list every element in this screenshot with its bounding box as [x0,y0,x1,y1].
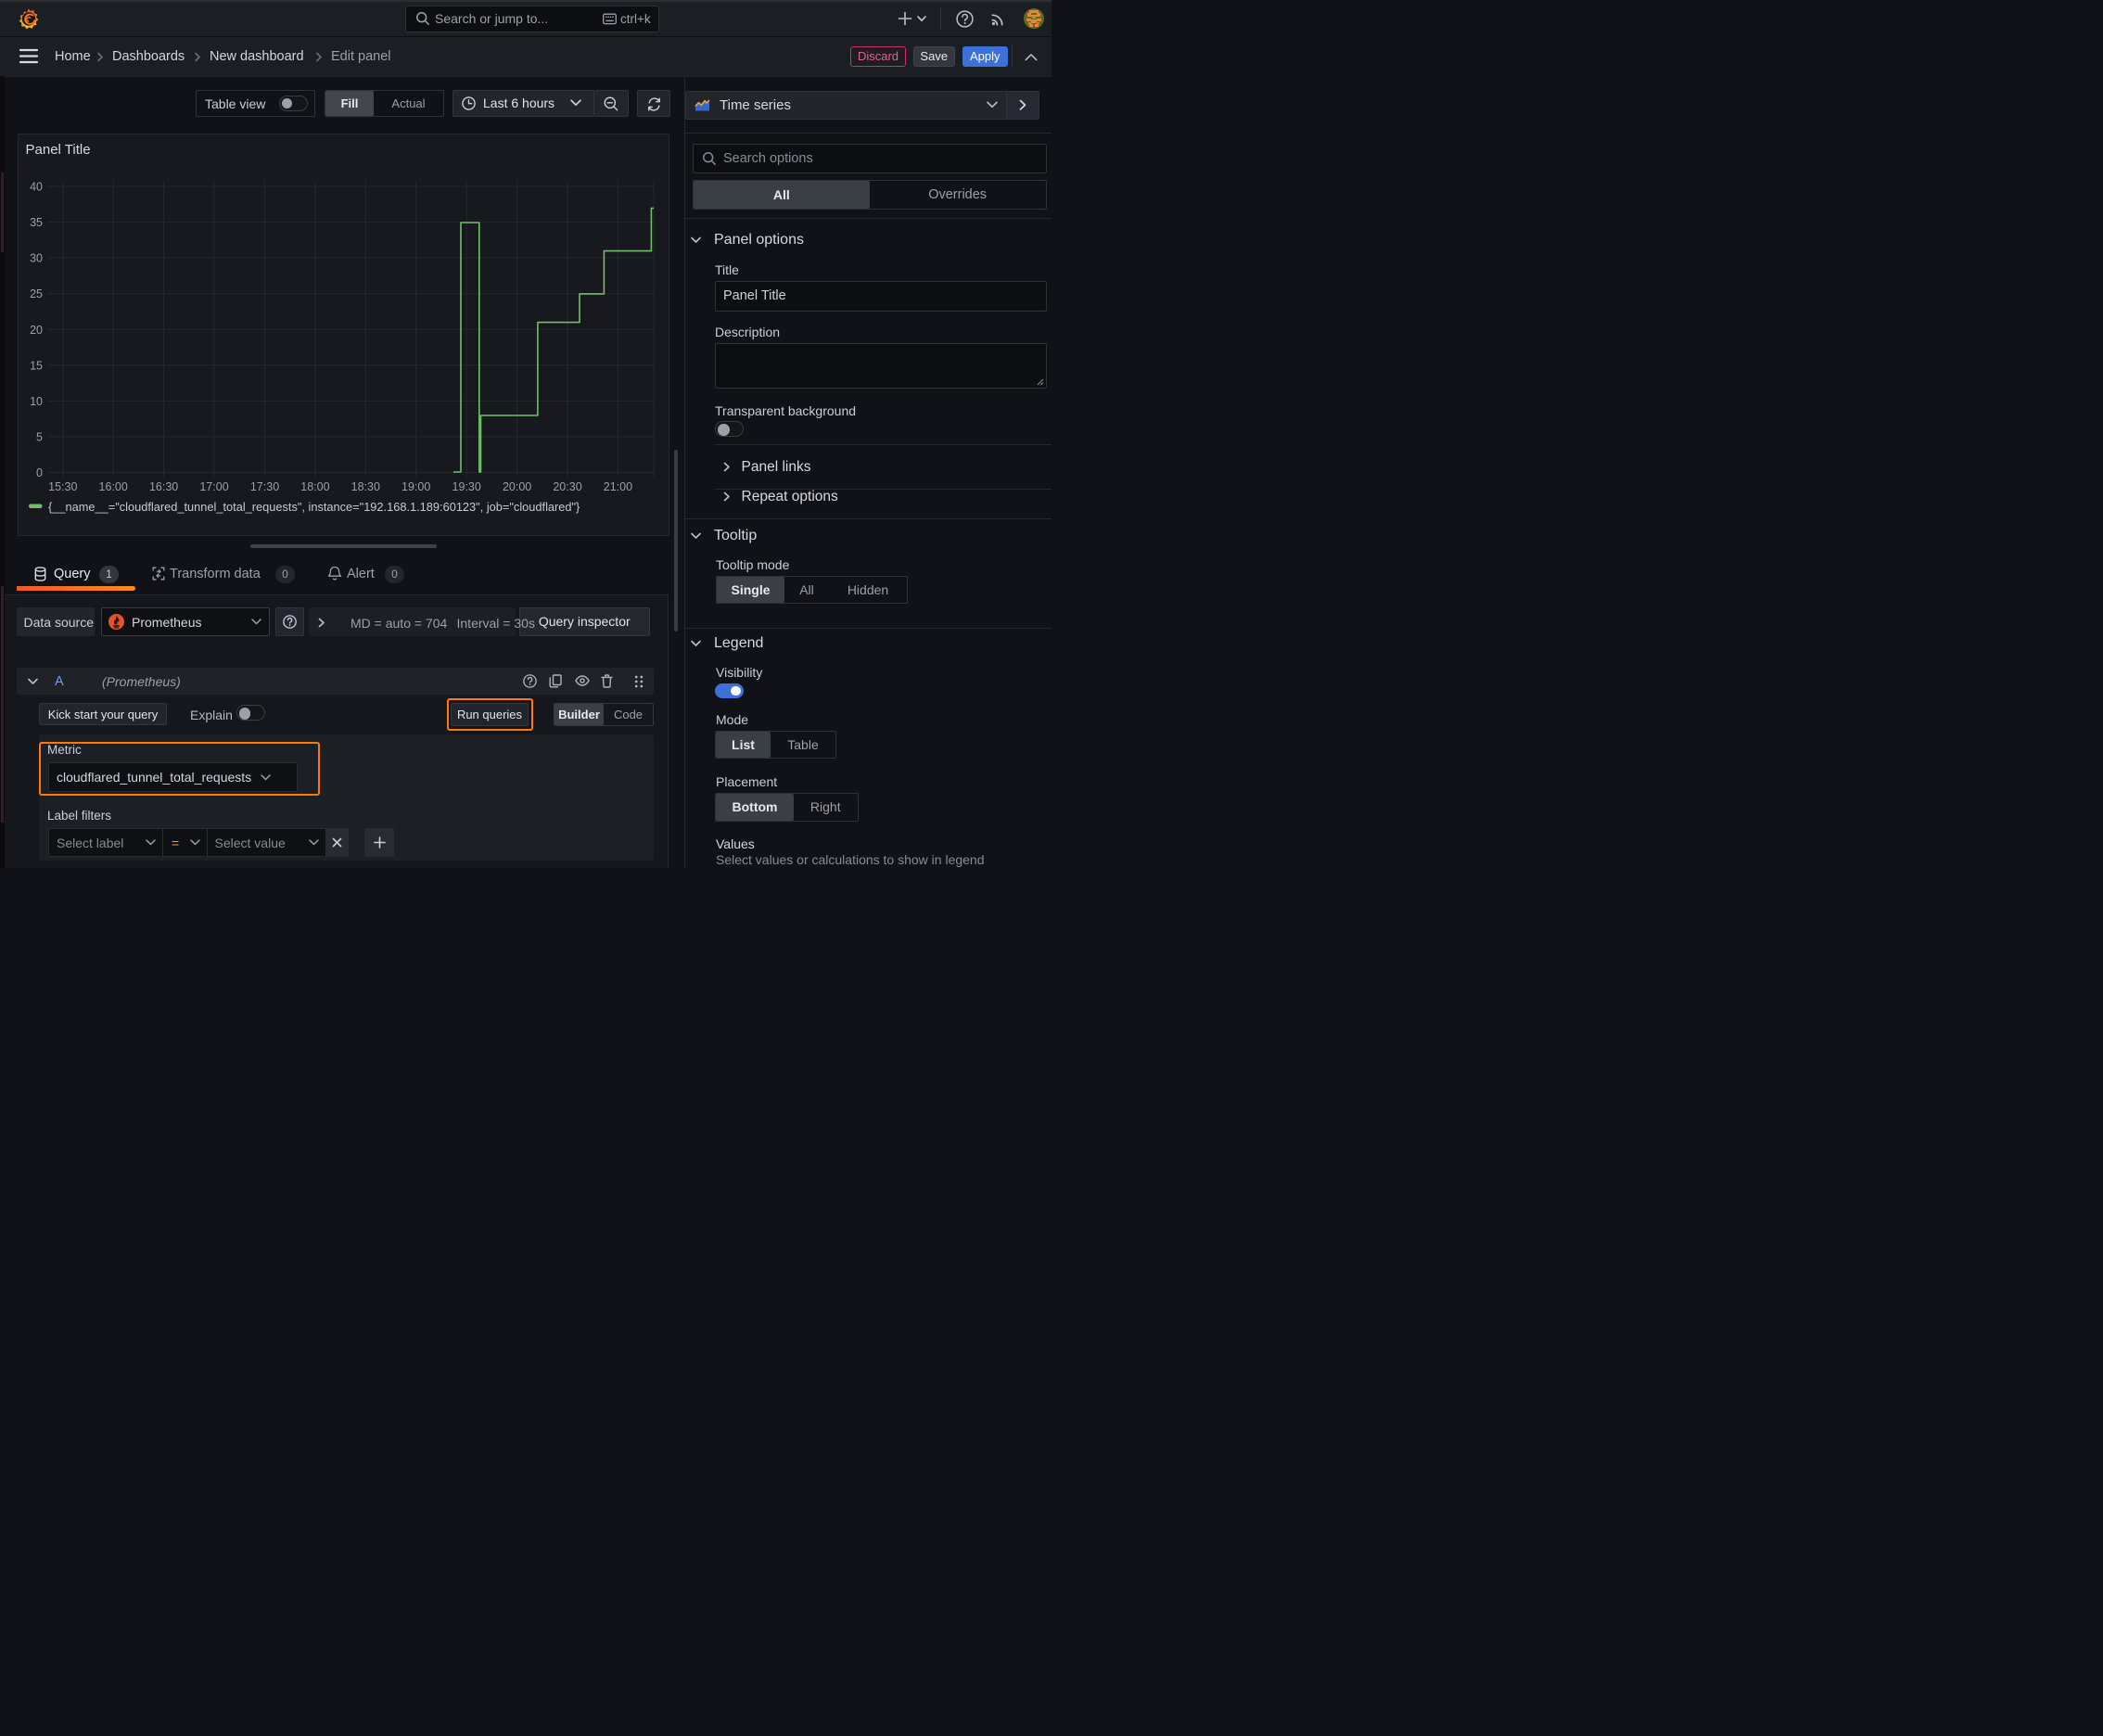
svg-text:17:00: 17:00 [199,480,228,493]
svg-text:18:30: 18:30 [351,480,380,493]
svg-text:15:30: 15:30 [48,480,77,493]
svg-text:25: 25 [30,287,43,300]
svg-text:35: 35 [30,216,43,229]
svg-text:17:30: 17:30 [250,480,279,493]
svg-text:40: 40 [30,180,43,193]
svg-text:19:00: 19:00 [401,480,430,493]
svg-text:30: 30 [30,251,43,264]
svg-text:19:30: 19:30 [452,480,481,493]
svg-text:18:00: 18:00 [300,480,329,493]
svg-text:16:30: 16:30 [149,480,178,493]
svg-text:20:00: 20:00 [503,480,531,493]
svg-text:16:00: 16:00 [99,480,128,493]
svg-text:15: 15 [30,359,43,372]
svg-text:20:30: 20:30 [553,480,581,493]
svg-text:{__name__="cloudflared_tunnel_: {__name__="cloudflared_tunnel_total_requ… [48,500,580,514]
svg-text:5: 5 [36,430,43,443]
svg-text:10: 10 [30,394,43,407]
svg-text:21:00: 21:00 [604,480,632,493]
svg-text:0: 0 [36,466,43,479]
svg-text:20: 20 [30,323,43,336]
